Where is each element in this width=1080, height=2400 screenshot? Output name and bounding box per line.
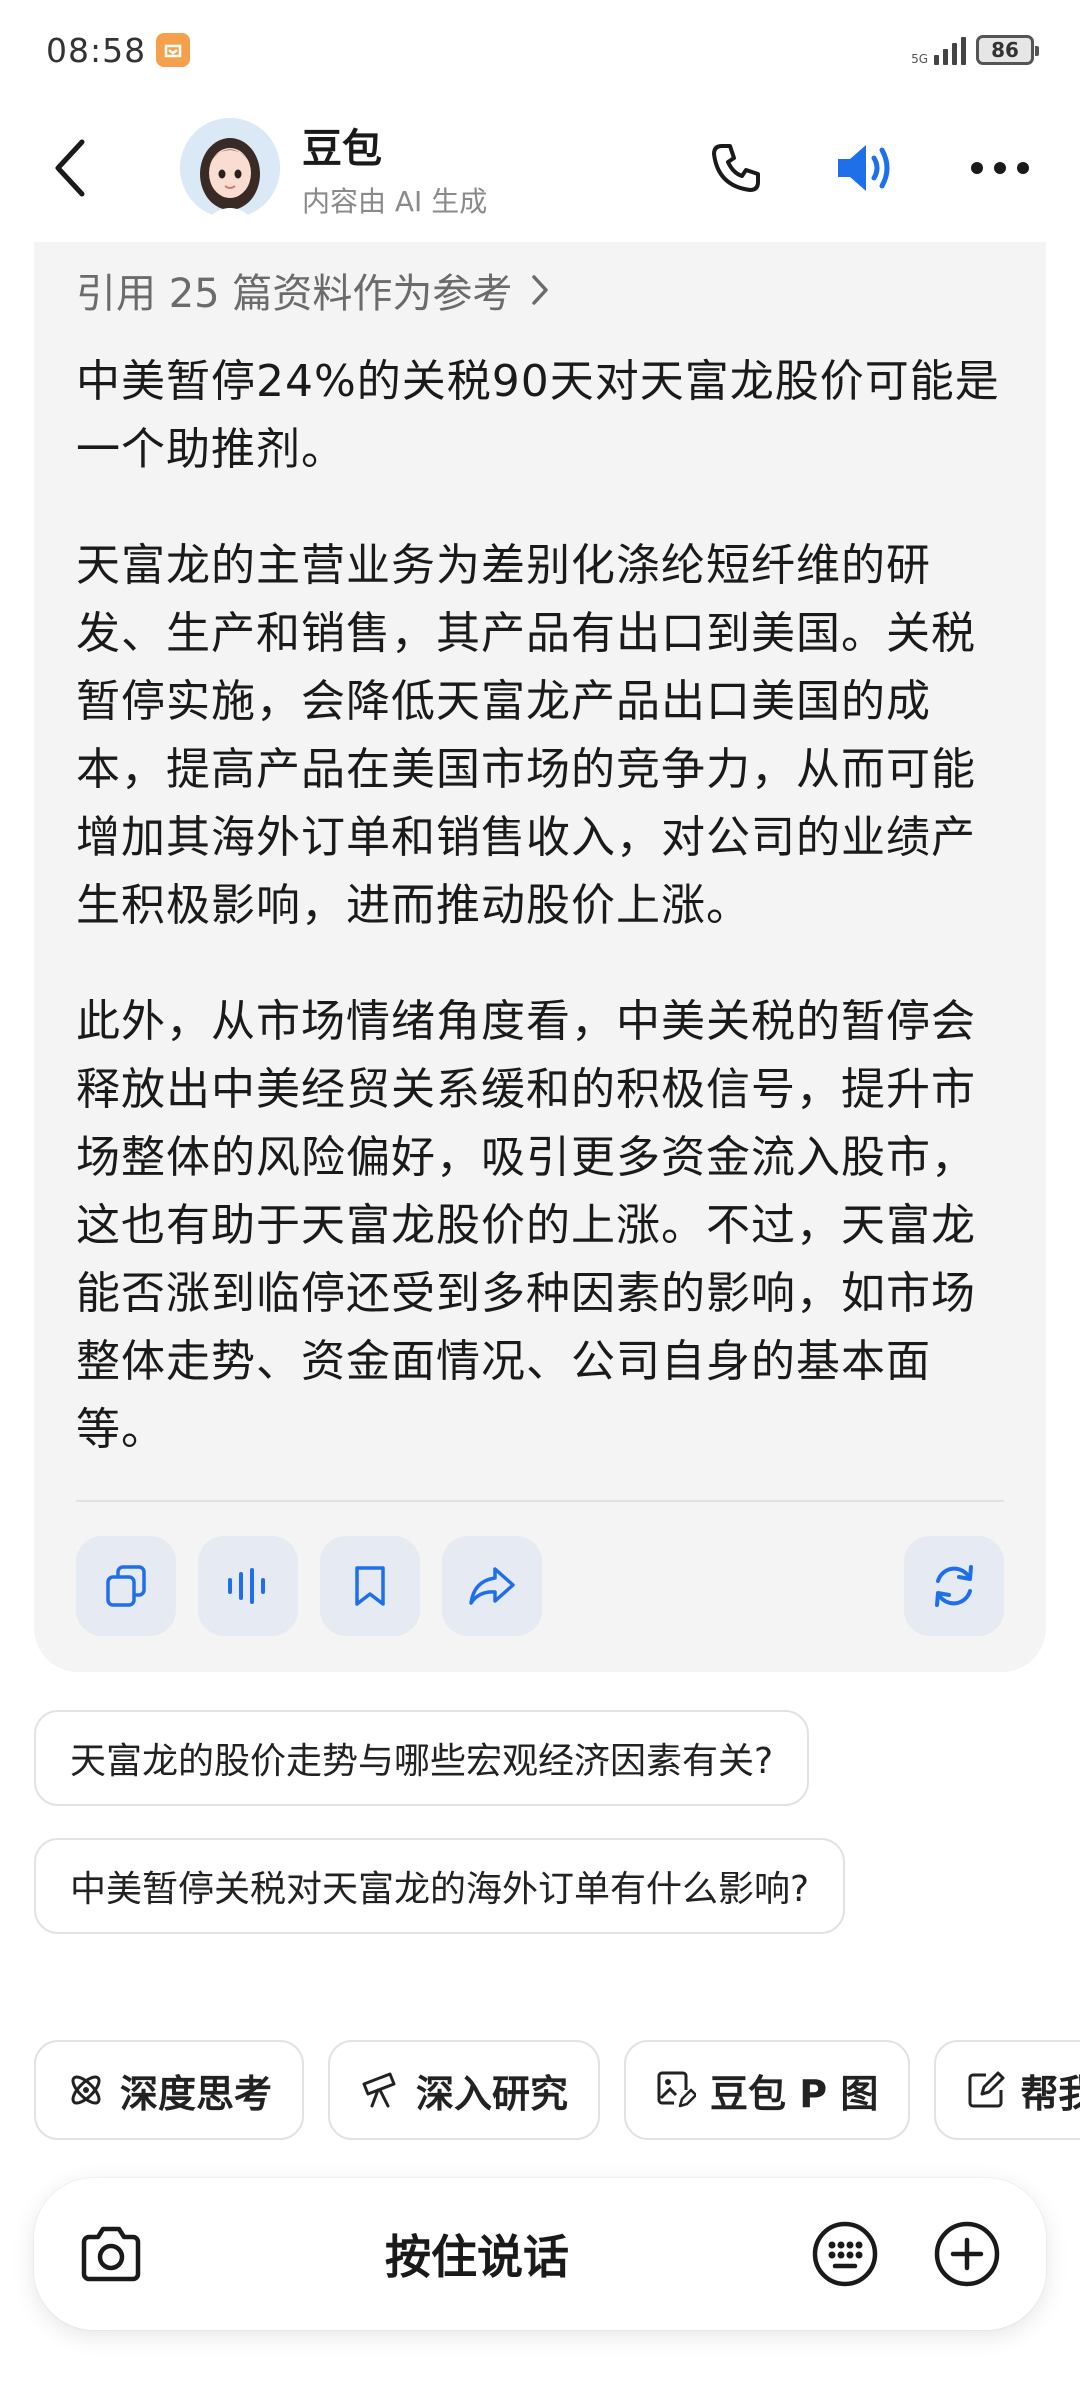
keyboard-icon	[812, 2221, 878, 2287]
telescope-icon	[362, 2072, 396, 2108]
battery-level: 86	[991, 38, 1019, 62]
divider	[76, 1500, 1004, 1502]
speaker-button[interactable]	[834, 139, 900, 197]
suggested-question[interactable]: 中美暂停关税对天富龙的海外订单有什么影响?	[34, 1838, 846, 1934]
status-bar: 08:58 5G 86	[0, 0, 1080, 100]
chip-label: 豆包 P 图	[710, 2071, 879, 2116]
image-edit-icon	[657, 2071, 697, 2108]
speaker-icon	[838, 144, 890, 191]
bookmark-icon	[355, 1566, 385, 1606]
suggested-question[interactable]: 天富龙的股价走势与哪些宏观经济因素有关?	[34, 1710, 810, 1806]
chip-image-edit[interactable]: 豆包 P 图	[624, 2040, 911, 2140]
chat-header: 豆包 内容由 AI 生成	[0, 100, 1080, 235]
answer-actions	[76, 1536, 1004, 1636]
chevron-right-icon	[532, 275, 549, 305]
refresh-icon	[935, 1565, 973, 1607]
notification-app-icon	[156, 33, 191, 67]
avatar-image	[180, 117, 280, 218]
read-aloud-button[interactable]	[198, 1536, 298, 1636]
regenerate-button[interactable]	[904, 1536, 1004, 1636]
status-time: 08:58	[46, 30, 147, 70]
bot-name: 豆包	[302, 125, 382, 172]
answer-paragraph: 中美暂停24%的关税90天对天富龙股价可能是一个助推剂。	[76, 356, 1000, 475]
chip-help-me[interactable]: 帮我	[934, 2040, 1080, 2140]
status-left: 08:58	[46, 30, 191, 70]
voice-wave-icon	[228, 1568, 265, 1604]
chip-label: 帮我	[1020, 2071, 1080, 2116]
chip-label: 深度思考	[120, 2071, 273, 2116]
suggested-question-text: 天富龙的股价走势与哪些宏观经济因素有关?	[70, 1741, 774, 1782]
keyboard-button[interactable]	[810, 2219, 880, 2289]
status-right: 5G 86	[911, 35, 1039, 65]
suggested-question-text: 中美暂停关税对天富龙的海外订单有什么影响?	[70, 1869, 810, 1910]
answer-paragraph: 此外，从市场情绪角度看，中美关税的暂停会释放出中美经贸关系缓和的积极信号，提升市…	[76, 996, 976, 1455]
answer-paragraph: 天富龙的主营业务为差别化涤纶短纤维的研发、生产和销售，其产品有出口到美国。关税暂…	[76, 540, 976, 931]
call-button[interactable]	[708, 140, 764, 196]
feature-chips: 深度思考 深入研究 豆包 P 图 帮我	[34, 2040, 1080, 2140]
hold-to-talk-button[interactable]: 按住说话	[144, 2221, 810, 2287]
phone-icon	[712, 143, 760, 192]
input-right-actions	[810, 2219, 1002, 2289]
share-icon	[469, 1567, 515, 1605]
battery-icon: 86	[976, 35, 1039, 65]
network-type: 5G	[911, 52, 928, 66]
share-button[interactable]	[442, 1536, 542, 1636]
title-block: 豆包 内容由 AI 生成	[302, 116, 487, 220]
header-actions	[708, 139, 1040, 197]
references-label: 引用 25 篇资料作为参考	[76, 271, 513, 317]
answer-card: 引用 25 篇资料作为参考 中美暂停24%的关税90天对天富龙股价可能是一个助推…	[34, 242, 1046, 1672]
more-icon	[971, 161, 1029, 174]
bookmark-button[interactable]	[320, 1536, 420, 1636]
references-link[interactable]: 引用 25 篇资料作为参考	[76, 242, 1004, 338]
chip-deep-thinking[interactable]: 深度思考	[34, 2040, 305, 2140]
copy-button[interactable]	[76, 1536, 176, 1636]
copy-icon	[106, 1565, 146, 1607]
avatar[interactable]	[180, 117, 280, 218]
input-bar: 按住说话	[34, 2178, 1046, 2330]
more-button[interactable]	[970, 161, 1030, 175]
camera-icon	[81, 2226, 141, 2282]
back-button[interactable]	[40, 128, 100, 208]
ai-generated-label: 内容由 AI 生成	[302, 184, 488, 218]
edit-icon	[968, 2071, 1005, 2108]
signal-icon: 5G	[911, 35, 966, 65]
chevron-left-icon	[55, 139, 85, 196]
chip-deep-research[interactable]: 深入研究	[328, 2040, 601, 2140]
atom-icon	[71, 2075, 101, 2105]
plus-icon	[934, 2221, 1000, 2287]
add-button[interactable]	[932, 2219, 1002, 2289]
chip-label: 深入研究	[416, 2071, 569, 2116]
camera-button[interactable]	[78, 2224, 144, 2284]
